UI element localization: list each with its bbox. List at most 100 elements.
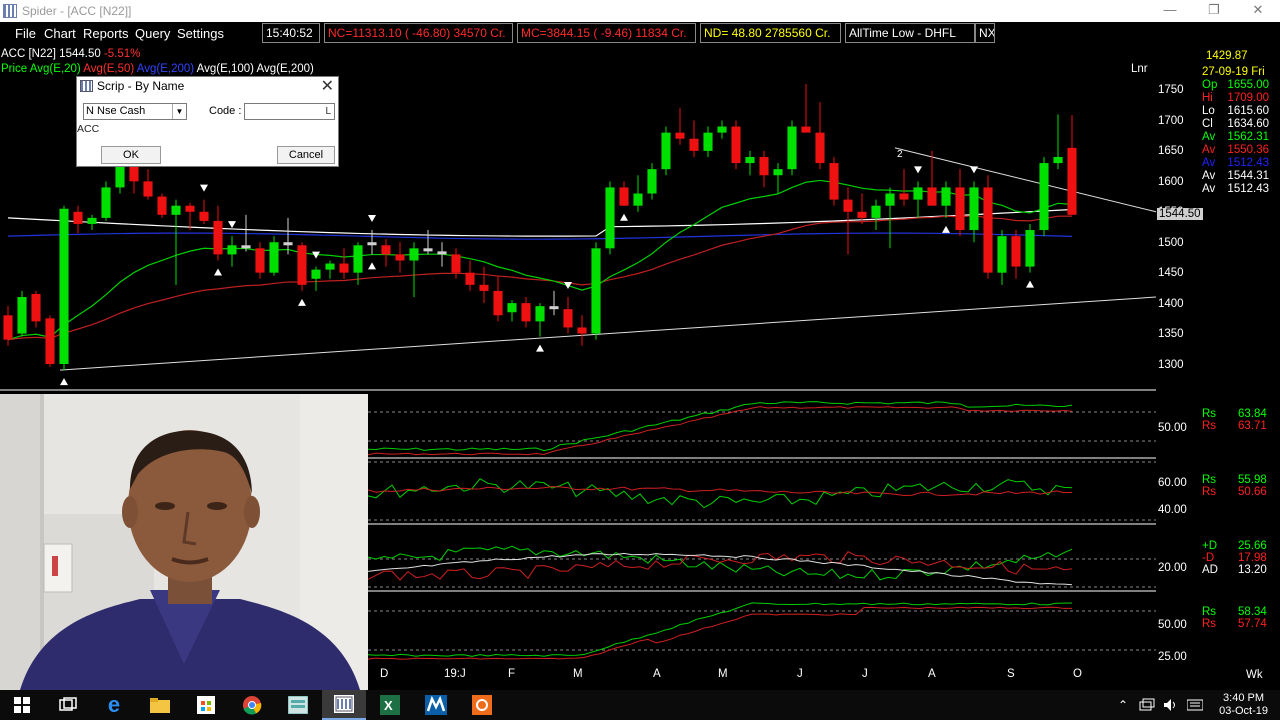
recorder-icon[interactable] — [460, 690, 504, 720]
candle-body — [703, 132, 713, 151]
info-row: Op 1655.00 — [1202, 79, 1269, 91]
indicator-value: 58.34 — [1238, 606, 1267, 618]
spider-app: Spider - [ACC [N22]] — ❐ ✕ File Chart Re… — [0, 0, 1280, 720]
symbol-price: 1544.50 — [59, 48, 101, 60]
indicator-value: 25.66 — [1238, 540, 1267, 552]
candle-body — [731, 126, 741, 164]
dmi-plus-line — [367, 545, 1073, 581]
pivot-down-marker — [228, 221, 236, 229]
menu-reports[interactable]: Reports — [83, 26, 129, 41]
code-input[interactable]: L — [244, 103, 335, 120]
scrip-suggestion[interactable]: ACC — [77, 123, 99, 135]
candle-body — [451, 254, 461, 273]
menu-chart[interactable]: Chart — [44, 26, 76, 41]
indicator-axis-label: 25.00 — [1158, 651, 1187, 663]
chevron-down-icon[interactable]: ▼ — [172, 104, 186, 119]
indicator-value: 57.74 — [1238, 618, 1267, 630]
indicator-value-row: AD 13.20 — [1202, 564, 1267, 576]
excel-icon[interactable]: X — [368, 690, 412, 720]
chevron-up-icon[interactable]: ⌃ — [1110, 690, 1136, 720]
close-button[interactable]: ✕ — [1236, 0, 1280, 22]
candle-body — [101, 187, 111, 218]
dialog-close-icon[interactable]: ✕ — [321, 76, 334, 96]
indicator-value-label: +D — [1202, 540, 1218, 552]
system-clock[interactable]: 3:40 PM 03-Oct-19 — [1219, 692, 1268, 718]
restore-button[interactable]: ❐ — [1192, 0, 1236, 22]
menu-settings[interactable]: Settings — [177, 26, 224, 41]
candle-body — [913, 187, 923, 200]
metastock-icon[interactable] — [414, 690, 458, 720]
time-axis-label: J — [797, 668, 803, 680]
indicator-axis-label: 50.00 — [1158, 619, 1187, 631]
ticker-nifty: NC=11313.10 ( -46.80) 34570 Cr. — [324, 23, 513, 43]
candle-body — [955, 187, 965, 231]
pivot-down-marker — [368, 215, 376, 223]
info-row: Lo 1615.60 — [1202, 105, 1269, 117]
price-axis-label: 1500 — [1158, 236, 1184, 249]
period-label[interactable]: Wk — [1246, 669, 1263, 681]
windows-taskbar: e X ⌃ 3:40 PM 03-Oct-19 — [0, 690, 1280, 720]
clock-date: 03-Oct-19 — [1219, 705, 1268, 717]
last-price-tag: 1544.50 — [1157, 208, 1203, 220]
pivot-up-marker — [620, 213, 628, 221]
candle-body — [857, 211, 867, 218]
menu-file[interactable]: File — [15, 26, 36, 41]
edge-icon[interactable]: e — [92, 690, 136, 720]
volume-icon[interactable] — [1160, 690, 1182, 720]
pivot-down-marker — [564, 282, 572, 290]
price-axis-label: 1600 — [1158, 175, 1184, 188]
symbol-change: -5.51% — [103, 48, 141, 60]
minimize-button[interactable]: — — [1148, 0, 1192, 22]
store-icon[interactable] — [184, 690, 228, 720]
menu-bar: File Chart Reports Query Settings 15:40:… — [0, 22, 1280, 44]
indicator-value-row: Rs 57.74 — [1202, 618, 1267, 630]
app-window-icon[interactable] — [276, 690, 320, 720]
chart-symbol-line: ACC [N22] 1544.50 -5.51% — [1, 48, 140, 60]
candle-body — [17, 297, 27, 334]
exchange-select[interactable]: N Nse Cash ▼ — [83, 103, 187, 120]
candle-body — [283, 242, 293, 246]
file-explorer-icon[interactable] — [138, 690, 182, 720]
candle-body — [185, 205, 195, 212]
ticker-alltime-low: AllTime Low - DHFL — [845, 23, 975, 43]
candle-body — [521, 303, 531, 322]
candle-body — [647, 169, 657, 194]
network-icon[interactable] — [1136, 690, 1158, 720]
candle-body — [227, 245, 237, 255]
windows-start-icon[interactable] — [0, 690, 44, 720]
indicator-value: 17.98 — [1238, 552, 1267, 564]
spider-taskbar-icon[interactable] — [322, 690, 366, 720]
menu-query[interactable]: Query — [135, 26, 170, 41]
pivot-down-marker — [970, 166, 978, 174]
candle-body — [423, 248, 433, 252]
candle-body — [1039, 163, 1049, 231]
keyboard-icon[interactable] — [1184, 690, 1206, 720]
legend-avg-20: Avg(E,20) — [29, 63, 81, 75]
cancel-button[interactable]: Cancel — [277, 146, 335, 164]
candle-body — [563, 309, 573, 328]
indicator-axis-label: 40.00 — [1158, 504, 1187, 516]
scale-mode-label[interactable]: Lnr — [1131, 63, 1148, 75]
time-axis-label: A — [653, 668, 661, 680]
momentum-green-line — [367, 602, 1073, 657]
time-axis-label: J — [862, 668, 868, 680]
candle-body — [339, 263, 349, 273]
candle-body — [409, 248, 419, 261]
stoch-green-line — [367, 478, 1073, 509]
indicator-value-label: Rs — [1202, 618, 1217, 630]
chrome-icon[interactable] — [230, 690, 274, 720]
candle-body — [297, 245, 307, 285]
candle-body — [59, 208, 69, 364]
indicator-value-label: Rs — [1202, 606, 1217, 618]
ok-button[interactable]: OK — [101, 146, 161, 164]
legend-price: Price — [1, 63, 28, 75]
indicator-value: 13.20 — [1238, 564, 1267, 576]
info-row-label: Lo — [1202, 105, 1215, 117]
task-view-icon[interactable] — [46, 690, 90, 720]
info-row: Av 1512.43 — [1202, 183, 1269, 195]
pivot-up-marker — [1026, 280, 1034, 288]
candle-body — [633, 193, 643, 206]
candle-body — [899, 193, 909, 200]
price-axis-label: 1450 — [1158, 267, 1184, 279]
candle-body — [1067, 147, 1077, 215]
